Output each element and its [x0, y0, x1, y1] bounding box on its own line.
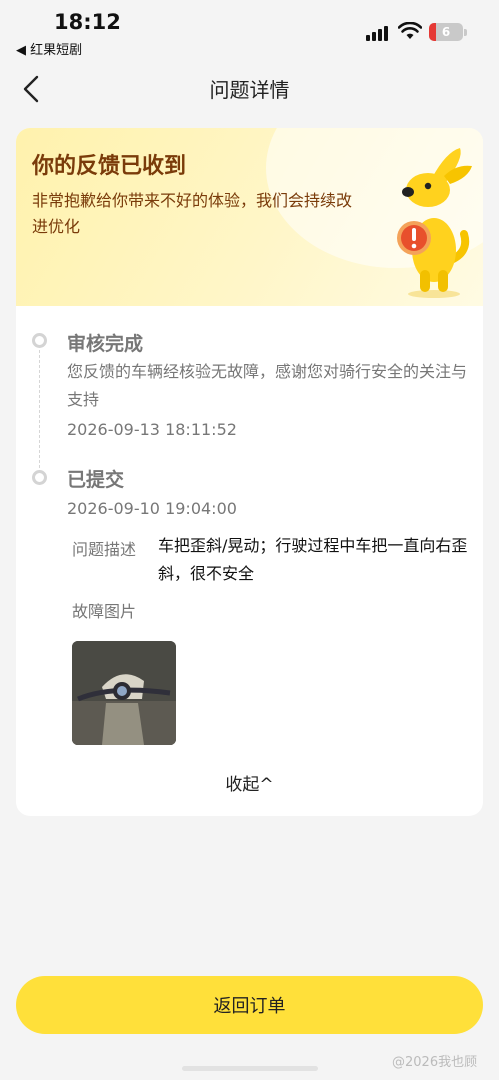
wifi-icon [398, 22, 422, 39]
problem-description-value: 车把歪斜/晃动；行驶过程中车把一直向右歪斜，很不安全 [158, 536, 468, 583]
timeline-connector [39, 350, 40, 478]
step-title-review: 审核完成 [67, 333, 144, 355]
status-bar: 18:12 ◀ 红果短剧 6 [0, 0, 499, 60]
watermark: @2026我也顾 [392, 1055, 478, 1070]
problem-description-label: 问题描述 [72, 540, 137, 559]
banner-title: 你的反馈已收到 [32, 154, 187, 179]
fault-photo-thumbnail[interactable] [72, 641, 176, 745]
battery-level: 6 [441, 25, 451, 39]
back-to-app-link[interactable]: ◀ 红果短剧 [16, 39, 82, 58]
step-title-submitted: 已提交 [67, 469, 125, 491]
page-title: 问题详情 [209, 78, 290, 102]
banner-subtitle: 非常抱歉给你带来不好的体验，我们会持续改进优化 [32, 191, 353, 236]
cellular-signal-icon [366, 25, 392, 41]
step-time-review: 2026-09-13 18:11:52 [67, 420, 237, 439]
home-indicator [182, 1066, 318, 1071]
fault-image-label: 故障图片 [72, 602, 137, 621]
step-description-review: 您反馈的车辆经核验无故障，感谢您对骑行安全的关注与支持 [67, 362, 468, 409]
collapse-toggle[interactable]: 收起^ [16, 770, 483, 795]
battery-icon: 6 [429, 23, 463, 41]
clock: 18:12 [54, 10, 121, 34]
timeline-dot [32, 470, 47, 485]
mascot-illustration [397, 148, 472, 298]
feedback-banner: 你的反馈已收到 非常抱歉给你带来不好的体验，我们会持续改进优化 [16, 128, 483, 306]
return-to-order-button[interactable]: 返回订单 [16, 976, 483, 1034]
feedback-card: 你的反馈已收到 非常抱歉给你带来不好的体验，我们会持续改进优化 审核完成 您反馈… [16, 128, 483, 816]
battery-tip [464, 29, 467, 36]
step-time-submitted: 2026-09-10 19:04:00 [67, 499, 237, 518]
timeline-dot [32, 333, 47, 348]
